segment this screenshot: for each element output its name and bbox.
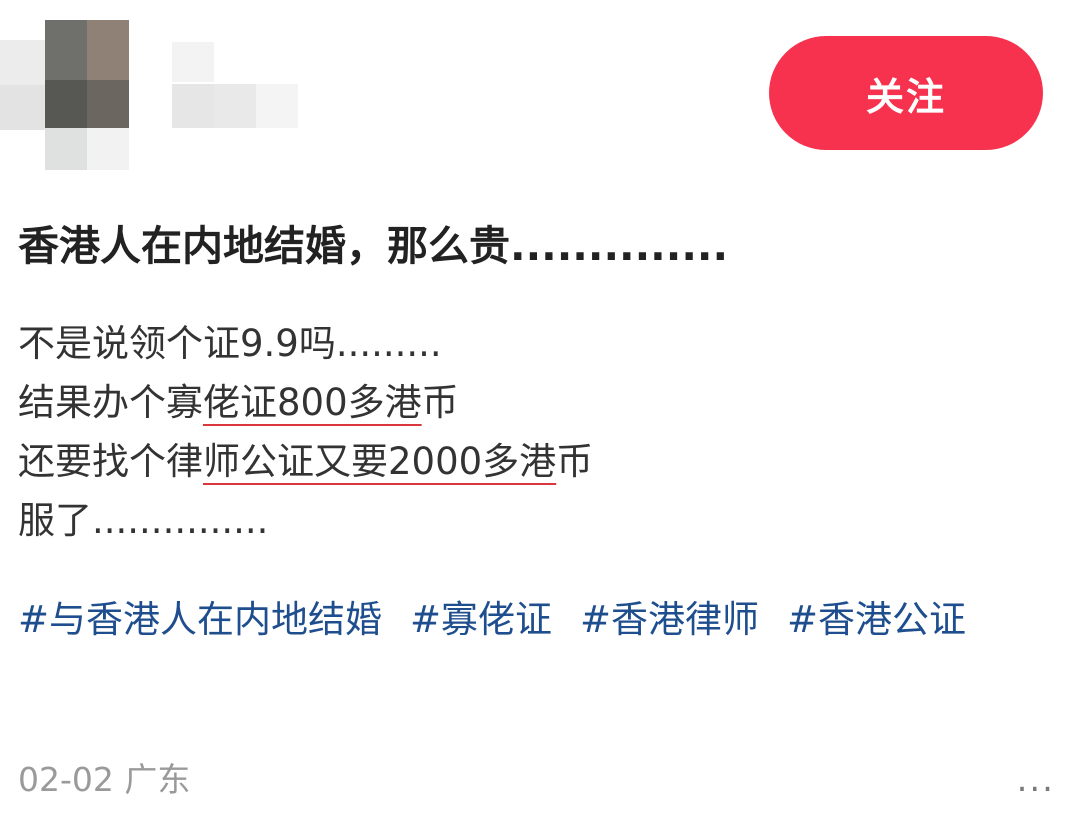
blurred-avatar-and-username[interactable] <box>0 20 300 170</box>
body-line-2: 结果办个寡佬证800多港币 <box>18 373 1058 432</box>
body-line-2-end: 币 <box>421 381 459 424</box>
post-title: 香港人在内地结婚，那么贵.............. <box>18 222 729 270</box>
post-footer: 02-02 广东 ... <box>18 752 1063 808</box>
post-body: 不是说领个证9.9吗......... 结果办个寡佬证800多港币 还要找个律师… <box>18 314 1058 550</box>
body-line-3-text: 还要找个律 <box>18 440 203 483</box>
hashtag-link[interactable]: #香港公证 <box>787 598 966 641</box>
follow-button[interactable]: 关注 <box>769 36 1043 150</box>
body-line-3: 还要找个律师公证又要2000多港币 <box>18 432 1058 491</box>
post-header: 关注 <box>0 0 1080 180</box>
highlighted-text: 佬证800多港 <box>203 381 422 424</box>
body-line-2-text: 结果办个寡 <box>18 381 203 424</box>
post-date-location: 02-02 广东 <box>18 760 191 799</box>
body-line-3-end: 币 <box>556 440 594 483</box>
body-line-1: 不是说领个证9.9吗......... <box>18 322 442 365</box>
hashtag-link[interactable]: #与香港人在内地结婚 <box>18 598 382 641</box>
body-line-4: 服了............... <box>18 499 269 542</box>
hashtag-list: #与香港人在内地结婚 #寡佬证 #香港律师 #香港公证 <box>18 584 1063 656</box>
hashtag-link[interactable]: #寡佬证 <box>410 598 552 641</box>
hashtag-link[interactable]: #香港律师 <box>580 598 759 641</box>
highlighted-text: 师公证又要2000多港 <box>203 440 557 483</box>
more-options-icon[interactable]: ... <box>1017 752 1055 808</box>
